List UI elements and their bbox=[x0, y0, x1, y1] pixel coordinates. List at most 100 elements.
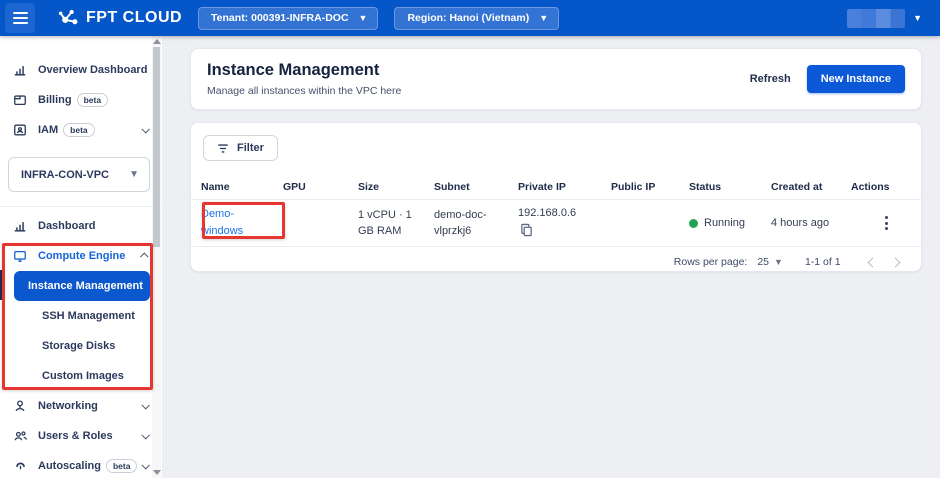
sidebar-item-label: Compute Engine bbox=[38, 250, 125, 262]
sidebar-item-compute-engine[interactable]: Compute Engine bbox=[0, 241, 162, 271]
row-actions-button[interactable] bbox=[881, 212, 892, 234]
app-window: FPT CLOUD Tenant: 000391-INFRA-DOC ▼ Reg… bbox=[0, 0, 940, 478]
menu-button[interactable] bbox=[5, 3, 35, 33]
column-header-subnet[interactable]: Subnet bbox=[434, 181, 518, 193]
sidebar-item-instance-management[interactable]: Instance Management bbox=[14, 271, 150, 301]
sidebar-item-billing[interactable]: Billing beta bbox=[0, 85, 162, 115]
sidebar-item-label: Billing bbox=[38, 94, 72, 106]
column-header-name[interactable]: Name bbox=[201, 181, 283, 193]
sidebar-item-label: Autoscaling bbox=[38, 460, 101, 472]
tenant-select[interactable]: Tenant: 000391-INFRA-DOC ▼ bbox=[198, 7, 378, 30]
rows-per-page-label: Rows per page: bbox=[674, 256, 748, 268]
sidebar-item-label: Networking bbox=[38, 400, 98, 412]
chevron-down-icon: ▼ bbox=[539, 14, 548, 23]
column-header-public-ip[interactable]: Public IP bbox=[611, 181, 689, 193]
sidebar-item-custom-images[interactable]: Custom Images bbox=[0, 361, 162, 391]
sidebar-item-users-roles[interactable]: Users & Roles bbox=[0, 421, 162, 451]
copy-ip-button[interactable] bbox=[520, 223, 533, 240]
chevron-down-icon bbox=[141, 431, 149, 439]
page-header-card: Instance Management Manage all instances… bbox=[190, 48, 922, 110]
sidebar-item-label: Overview Dashboard bbox=[38, 64, 147, 76]
gauge-icon bbox=[12, 458, 28, 474]
filter-label: Filter bbox=[237, 142, 264, 154]
page-subtitle: Manage all instances within the VPC here bbox=[207, 85, 401, 97]
network-node-icon bbox=[12, 398, 28, 414]
column-header-private-ip[interactable]: Private IP bbox=[518, 181, 611, 193]
main-content: Instance Management Manage all instances… bbox=[162, 36, 940, 478]
sidebar-divider bbox=[0, 206, 162, 207]
cell-actions bbox=[851, 212, 921, 234]
column-header-status[interactable]: Status bbox=[689, 181, 771, 193]
page-title: Instance Management bbox=[207, 61, 401, 80]
wallet-icon bbox=[12, 92, 28, 108]
column-header-created-at[interactable]: Created at bbox=[771, 181, 851, 193]
page-header-text: Instance Management Manage all instances… bbox=[207, 61, 401, 97]
filter-button[interactable]: Filter bbox=[203, 135, 278, 161]
chevron-down-icon: ▼ bbox=[359, 14, 368, 23]
vpc-select[interactable]: INFRA-CON-VPC ▼ bbox=[8, 157, 150, 192]
sidebar-item-label: IAM bbox=[38, 124, 58, 136]
filter-icon bbox=[217, 143, 229, 154]
chevron-up-icon bbox=[140, 252, 148, 260]
sidebar-item-label: Dashboard bbox=[38, 220, 95, 232]
cell-name: Demo-windows bbox=[201, 206, 271, 240]
cell-created-at: 4 hours ago bbox=[771, 217, 851, 229]
chevron-down-icon bbox=[141, 401, 149, 409]
bar-chart-icon bbox=[12, 218, 28, 234]
sidebar-item-label: Instance Management bbox=[28, 280, 143, 292]
fpt-cloud-logo-icon bbox=[57, 7, 79, 29]
brand-logo: FPT CLOUD bbox=[57, 7, 182, 29]
region-label: Region: Hanoi (Vietnam) bbox=[407, 12, 529, 24]
status-running-dot bbox=[689, 219, 698, 228]
id-badge-icon bbox=[12, 122, 28, 138]
next-page-button[interactable] bbox=[886, 252, 905, 271]
cell-size: 1 vCPU · 1 GB RAM bbox=[358, 207, 424, 240]
column-header-actions: Actions bbox=[851, 181, 921, 193]
scroll-down-arrow-icon[interactable] bbox=[153, 470, 161, 475]
region-select[interactable]: Region: Hanoi (Vietnam) ▼ bbox=[394, 7, 559, 30]
refresh-button[interactable]: Refresh bbox=[750, 73, 791, 85]
page-header-actions: Refresh New Instance bbox=[750, 65, 905, 93]
pagination-bar: Rows per page: 25 ▼ 1-1 of 1 bbox=[191, 247, 921, 276]
brand-name: FPT CLOUD bbox=[86, 9, 182, 27]
cell-status: Running bbox=[689, 217, 771, 229]
bar-chart-icon bbox=[12, 62, 28, 78]
sidebar-item-autoscaling[interactable]: Autoscaling beta bbox=[0, 451, 162, 478]
sidebar-item-label: Users & Roles bbox=[38, 430, 113, 442]
rows-per-page-value: 25 bbox=[757, 256, 769, 268]
sidebar-item-storage-disks[interactable]: Storage Disks bbox=[0, 331, 162, 361]
pagination-range: 1-1 of 1 bbox=[805, 256, 841, 268]
previous-page-button[interactable] bbox=[863, 252, 882, 271]
instance-table-card: Filter Name GPU Size Subnet Private IP P… bbox=[190, 122, 922, 272]
chevron-down-icon: ▼ bbox=[129, 169, 139, 180]
table-row: Demo-windows 1 vCPU · 1 GB RAM demo-doc-… bbox=[191, 200, 921, 246]
cell-subnet: demo-doc-vlprzkj6 bbox=[434, 207, 506, 240]
sidebar-item-networking[interactable]: Networking bbox=[0, 391, 162, 421]
scrollbar-thumb[interactable] bbox=[153, 47, 160, 247]
vpc-select-value: INFRA-CON-VPC bbox=[21, 169, 109, 181]
chevron-down-icon bbox=[141, 461, 149, 469]
chevron-down-icon: ▼ bbox=[774, 257, 783, 267]
user-menu[interactable]: ▼ bbox=[847, 9, 922, 28]
column-header-gpu[interactable]: GPU bbox=[283, 181, 358, 193]
people-icon bbox=[12, 428, 28, 444]
active-section-indicator bbox=[0, 270, 5, 300]
sidebar-item-dashboard[interactable]: Dashboard bbox=[0, 211, 162, 241]
beta-badge: beta bbox=[63, 123, 94, 137]
new-instance-button[interactable]: New Instance bbox=[807, 65, 905, 93]
column-header-size[interactable]: Size bbox=[358, 181, 434, 193]
copy-icon bbox=[520, 223, 533, 237]
private-ip-value: 192.168.0.6 bbox=[518, 207, 576, 219]
sidebar-item-ssh-management[interactable]: SSH Management bbox=[0, 301, 162, 331]
cell-private-ip: 192.168.0.6 bbox=[518, 206, 611, 240]
sidebar: Overview Dashboard Billing beta bbox=[0, 36, 162, 478]
sidebar-scrollbar[interactable] bbox=[152, 36, 161, 478]
sidebar-item-label: Custom Images bbox=[42, 370, 124, 382]
chevron-down-icon bbox=[141, 125, 149, 133]
instance-name-link[interactable]: Demo-windows bbox=[201, 208, 243, 237]
scroll-up-arrow-icon[interactable] bbox=[153, 39, 161, 44]
sidebar-item-overview-dashboard[interactable]: Overview Dashboard bbox=[0, 55, 162, 85]
sidebar-item-iam[interactable]: IAM beta bbox=[0, 115, 162, 145]
chevron-left-icon bbox=[867, 258, 877, 268]
rows-per-page-select[interactable]: 25 ▼ bbox=[757, 256, 783, 268]
